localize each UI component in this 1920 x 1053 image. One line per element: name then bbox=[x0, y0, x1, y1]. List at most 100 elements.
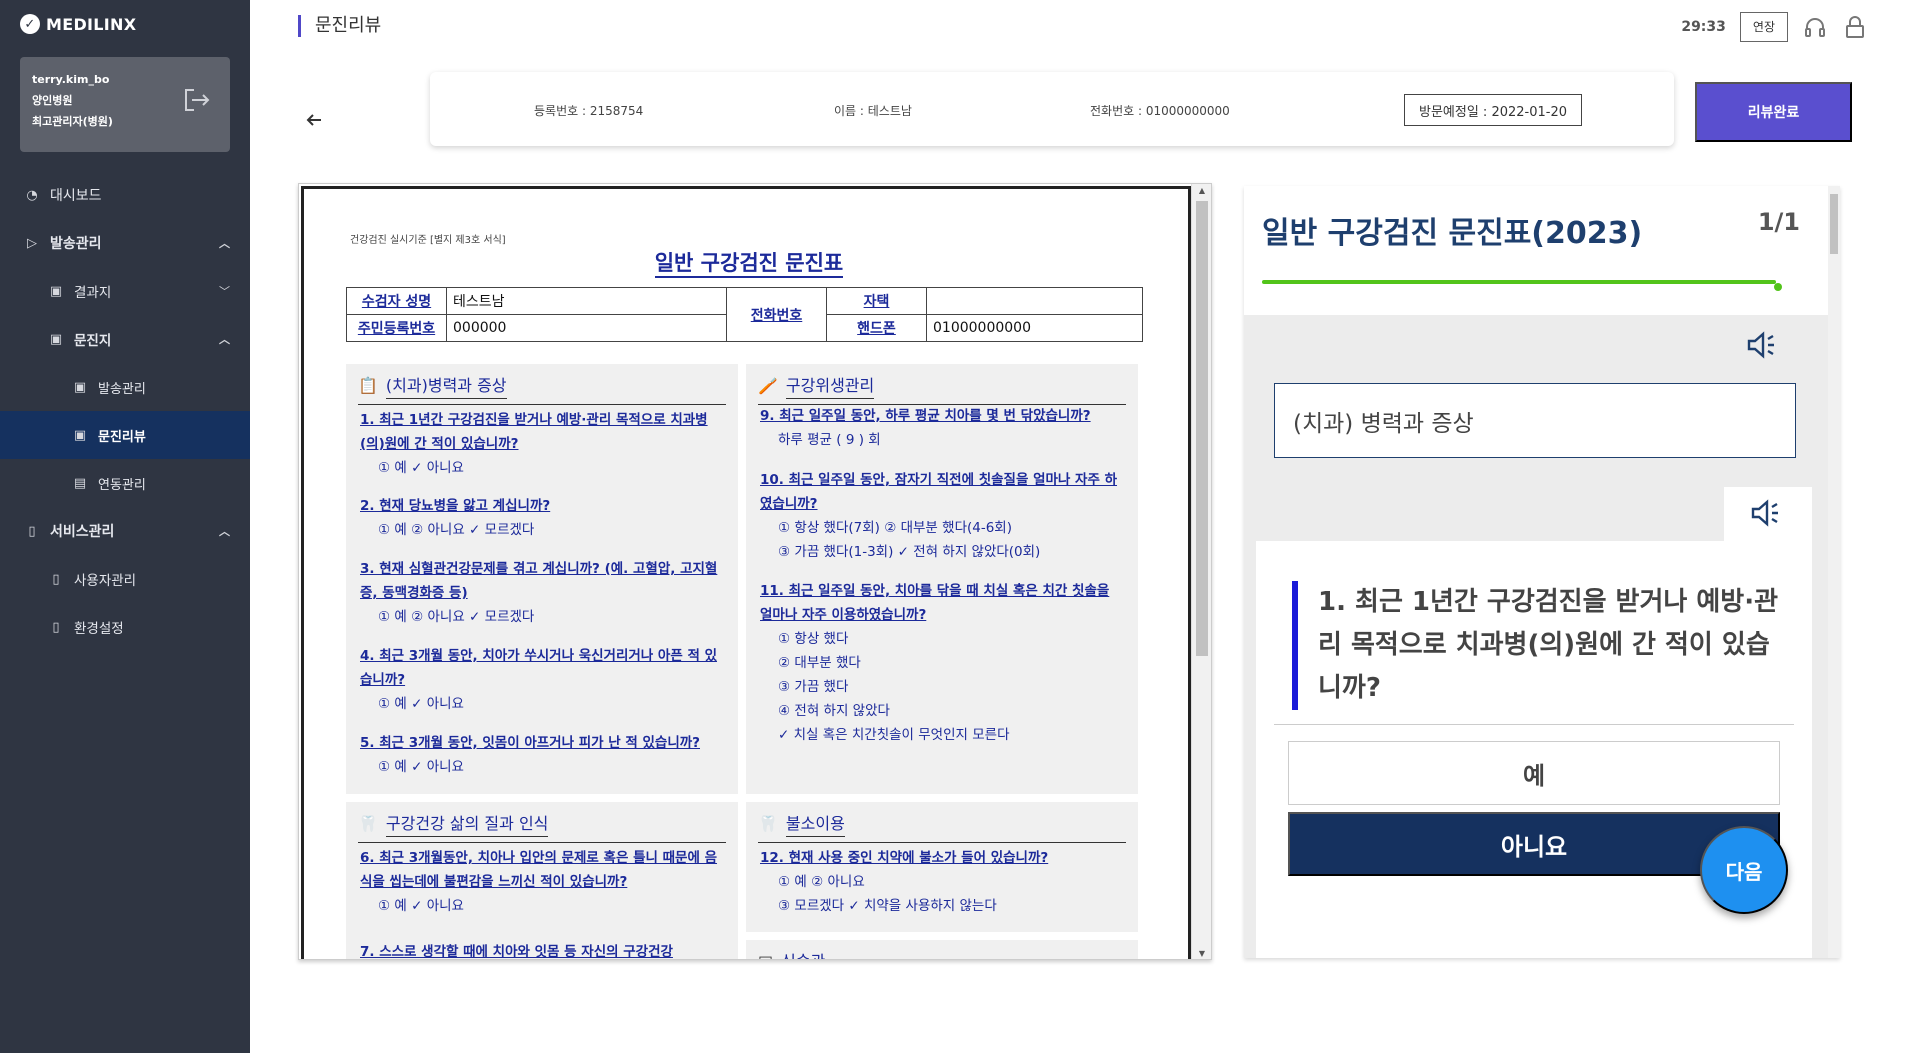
sidebar-item-label: 서비스관리 bbox=[50, 524, 115, 540]
q-opts: ② 대부분 했다 bbox=[778, 655, 861, 671]
home-value bbox=[926, 287, 1143, 315]
q-text: 11. 최근 일주일 동안, 치아를 닦을 때 치실 혹은 치간 칫솔을 얼마나… bbox=[760, 583, 1110, 623]
section-title-text: 불소이용 bbox=[785, 810, 845, 837]
sidebar-item-label: 연동관리 bbox=[98, 477, 146, 493]
session-timer: 29:33 bbox=[1681, 19, 1726, 35]
q-text: 1. 최근 1년간 구강검진을 받거나 예방·관리 목적으로 치과병(의)원에 … bbox=[360, 412, 708, 452]
sidebar-nav: ◔ 대시보드 ▷ 발송관리 ︿ ▣ 결과지 ﹀ ▣ 문진지 ︿ ▣ 발송관리 ▣… bbox=[0, 171, 250, 651]
review-complete-button[interactable]: 리뷰완료 bbox=[1695, 82, 1852, 142]
logo[interactable]: ✓ MEDILINX bbox=[20, 14, 136, 34]
sidebar-item-service-management[interactable]: ▯ 서비스관리 ︿ bbox=[0, 507, 250, 555]
section-title-text: 식습관 bbox=[781, 948, 825, 959]
q-text: 5. 최근 3개월 동안, 잇몸이 아프거나 피가 난 적 있습니까? bbox=[360, 735, 700, 751]
document-icon: ▣ bbox=[73, 379, 87, 395]
logo-text: MEDILINX bbox=[46, 14, 137, 34]
scanned-questionnaire-page: 건강검진 실시기준 [별지 제3호 서식] 일반 구강검진 문진표 수검자 성명… bbox=[301, 186, 1191, 959]
sidebar-item-questionnaire-review[interactable]: ▣ 문진리뷰 bbox=[0, 411, 250, 459]
scrollbar-thumb[interactable] bbox=[1196, 201, 1208, 656]
sidebar-item-user-management[interactable]: ▯ 사용자관리 bbox=[0, 555, 250, 603]
q-opts: ① 예 ✓ 아니요 bbox=[378, 759, 464, 775]
back-arrow-icon[interactable] bbox=[300, 106, 328, 134]
q-opts: ① 예 ✓ 아니요 bbox=[378, 460, 464, 476]
questionnaire-title: 일반 구강검진 문진표(2023) bbox=[1262, 216, 1643, 251]
section-history: 📋 (치과)병력과 증상 1. 최근 1년간 구강검진을 받거나 예방·관리 목적… bbox=[346, 364, 738, 794]
rrn-label: 주민등록번호 bbox=[346, 314, 447, 342]
sidebar-item-label: 문진리뷰 bbox=[98, 429, 146, 445]
scan-q10: 10. 최근 일주일 동안, 잠자기 직전에 칫솔질을 얼마나 자주 하였습니까… bbox=[760, 468, 1124, 564]
extend-session-button[interactable]: 연장 bbox=[1739, 12, 1788, 42]
scrollbar-thumb[interactable] bbox=[1830, 194, 1838, 254]
session-controls: 29:33 연장 bbox=[1681, 12, 1868, 42]
divider bbox=[358, 404, 726, 405]
document-icon: ▣ bbox=[49, 283, 63, 299]
sidebar-item-integration[interactable]: ▤ 연동관리 bbox=[0, 459, 250, 507]
visit-date-badge: 방문예정일 : 2022-01-20 bbox=[1404, 94, 1582, 126]
lock-icon[interactable] bbox=[1842, 14, 1868, 40]
document-icon: ▣ bbox=[73, 427, 87, 443]
q-opts: ① 예 ✓ 아니요 bbox=[378, 898, 464, 914]
speaker-icon[interactable] bbox=[1744, 327, 1780, 363]
q-opts: ① 예 ② 아니요 ✓ 모르겠다 bbox=[378, 522, 535, 538]
sidebar-item-questionnaire[interactable]: ▣ 문진지 ︿ bbox=[0, 315, 250, 363]
q-text: 9. 최근 일주일 동안, 하루 평균 치아를 몇 번 닦았습니까? bbox=[760, 408, 1091, 424]
chevron-up-icon: ︿ bbox=[219, 525, 230, 538]
q-opts: ① 항상 했다 bbox=[778, 631, 849, 647]
scan-q9: 9. 최근 일주일 동안, 하루 평균 치아를 몇 번 닦았습니까? 하루 평균 … bbox=[760, 404, 1124, 452]
q-text: 10. 최근 일주일 동안, 잠자기 직전에 칫솔질을 얼마나 자주 하였습니까… bbox=[760, 472, 1118, 512]
q-opts: ① 예 ② 아니요 ✓ 모르겠다 bbox=[378, 609, 535, 625]
section-title-text: 구강위생관리 bbox=[785, 372, 875, 399]
scan-q1: 1. 최근 1년간 구강검진을 받거나 예방·관리 목적으로 치과병(의)원에 … bbox=[360, 408, 724, 480]
section-heading: (치과) 병력과 증상 bbox=[1274, 383, 1796, 458]
section-diet: ▤ 식습관 bbox=[746, 940, 1138, 959]
scan-q7: 7. 스스로 생각할 때에 치아와 잇몸 등 자신의 구강건강 bbox=[360, 940, 724, 959]
sidebar-item-send-sub[interactable]: ▣ 발송관리 bbox=[0, 363, 250, 411]
section-title-text: (치과)병력과 증상 bbox=[385, 372, 507, 399]
next-button[interactable]: 다음 bbox=[1700, 826, 1788, 914]
document-icon: ▣ bbox=[49, 331, 63, 347]
page-indicator: 1/1 bbox=[1757, 208, 1800, 236]
sidebar-item-label: 발송관리 bbox=[98, 381, 146, 397]
scan-q11: 11. 최근 일주일 동안, 치아를 닦을 때 치실 혹은 치간 칫솔을 얼마나… bbox=[760, 579, 1124, 747]
logout-icon[interactable] bbox=[182, 85, 212, 115]
section-title: 🦷 구강건강 삶의 질과 인식 bbox=[358, 810, 549, 837]
sidebar-item-dashboard[interactable]: ◔ 대시보드 bbox=[0, 171, 250, 219]
registration-number: 등록번호 : 2158754 bbox=[534, 104, 644, 118]
sidebar-item-results[interactable]: ▣ 결과지 ﹀ bbox=[0, 267, 250, 315]
answer-yes-button[interactable]: 예 bbox=[1288, 741, 1780, 805]
sidebar-item-label: 결과지 bbox=[74, 285, 112, 301]
divider bbox=[758, 842, 1126, 843]
sidebar-item-label: 문진지 bbox=[74, 333, 112, 349]
section-title: ▤ 식습관 bbox=[758, 948, 825, 959]
section-title: 🦷 불소이용 bbox=[758, 810, 845, 837]
document-scrollbar[interactable]: ▲ ▼ bbox=[1191, 184, 1211, 959]
sugar-icon: ▤ bbox=[758, 952, 773, 959]
section-quality-of-life: 🦷 구강건강 삶의 질과 인식 6. 최근 3개월동안, 치아나 입안의 문제로 … bbox=[346, 802, 738, 959]
page-icon: ▯ bbox=[52, 571, 60, 587]
rrn-value: 000000 bbox=[446, 314, 727, 342]
chevron-up-icon: ︿ bbox=[219, 237, 230, 250]
tooth-icon: 🦷 bbox=[358, 814, 378, 833]
send-icon: ▷ bbox=[27, 235, 37, 251]
sidebar-item-send-management[interactable]: ▷ 발송관리 ︿ bbox=[0, 219, 250, 267]
question-scrollbar[interactable] bbox=[1828, 186, 1840, 958]
medilinx-logo-icon: ✓ bbox=[20, 14, 40, 34]
q-opts: ① 예 ② 아니요 bbox=[778, 874, 865, 890]
q-opts: 하루 평균 ( 9 ) 회 bbox=[778, 432, 881, 448]
progress-bar bbox=[1262, 280, 1776, 284]
toothbrush-icon: 🪥 bbox=[758, 376, 778, 395]
page-title: 문진리뷰 bbox=[298, 15, 381, 37]
section-oral-hygiene: 🪥 구강위생관리 9. 최근 일주일 동안, 하루 평균 치아를 몇 번 닦았습니… bbox=[746, 364, 1138, 794]
section-title-text: 구강건강 삶의 질과 인식 bbox=[385, 810, 549, 837]
sidebar-item-label: 발송관리 bbox=[50, 236, 102, 252]
speaker-icon[interactable] bbox=[1748, 495, 1784, 531]
sidebar: ✓ MEDILINX terry.kim_bo 양인병원 최고관리자(병원) ◔… bbox=[0, 0, 250, 1053]
scan-q5: 5. 최근 3개월 동안, 잇몸이 아프거나 피가 난 적 있습니까? ① 예 ✓… bbox=[360, 731, 724, 779]
clipboard-icon: 📋 bbox=[358, 376, 378, 395]
headset-icon[interactable] bbox=[1802, 14, 1828, 40]
page-icon: ▯ bbox=[28, 523, 36, 539]
scanned-document-viewer[interactable]: 건강검진 실시기준 [별지 제3호 서식] 일반 구강검진 문진표 수검자 성명… bbox=[298, 183, 1212, 960]
section-fluoride: 🦷 불소이용 12. 현재 사용 중인 치약에 불소가 들어 있습니까? ① 예 ②… bbox=[746, 802, 1138, 932]
sidebar-item-settings[interactable]: ▯ 환경설정 bbox=[0, 603, 250, 651]
scroll-up-arrow-icon[interactable]: ▲ bbox=[1192, 184, 1211, 198]
scroll-down-arrow-icon[interactable]: ▼ bbox=[1192, 947, 1211, 959]
